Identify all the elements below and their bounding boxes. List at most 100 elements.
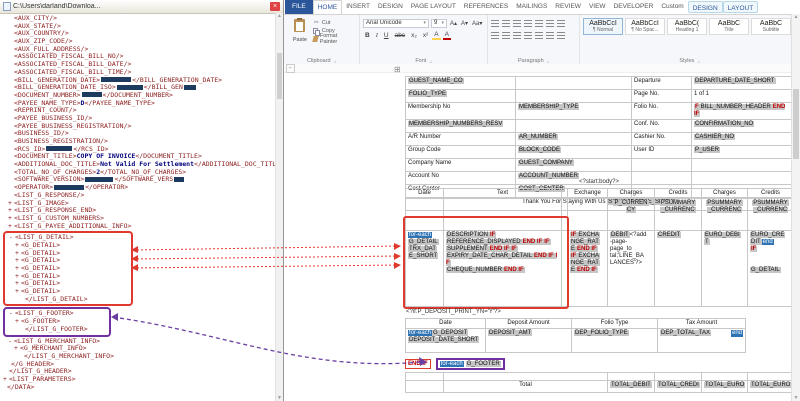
if-marker[interactable]: END IF [576,246,598,252]
tab-page-layout[interactable]: PAGE LAYOUT [407,0,460,14]
form-field[interactable]: TOTAL_CREDI [657,382,700,388]
foreach-marker[interactable]: for-each [408,330,433,336]
bold-button[interactable]: B [363,32,372,39]
form-field[interactable]: G_DETAIL [750,267,781,273]
form-field[interactable]: EURO_CRE [750,232,786,238]
form-field[interactable]: DEPOSIT_DATE_SHORT [408,337,480,343]
form-field[interactable]: FOLIO_TYPE [408,91,448,97]
change-case-button[interactable]: Aa▾ [471,20,483,27]
if-marker[interactable]: END IF [576,267,598,273]
xml-titlebar[interactable]: C:\Users\darland\Downloa... × [0,0,283,14]
line-spacing-icon[interactable] [535,31,543,39]
style-chip-1[interactable]: AaBbCcI ¶ Normal [583,18,623,35]
font-color-button[interactable]: A [442,31,451,40]
form-field[interactable]: MEMBERSHIP_TYPE [518,104,580,110]
tab-file[interactable]: FILE [285,0,313,14]
form-field[interactable]: PSUMMARY [752,200,789,206]
font-size-select[interactable]: 9 ▾ [431,18,447,28]
borders-icon[interactable] [557,31,565,39]
tab-review[interactable]: REVIEW [551,0,585,14]
numbering-icon[interactable] [502,19,510,27]
shading-icon[interactable] [546,31,554,39]
format-painter-button[interactable]: Format Painter [312,33,356,45]
form-field[interactable]: DEP_TOTAL_TAX [660,330,712,336]
font-name-select[interactable]: Arial Unicode ▾ [363,18,429,28]
style-chip-2[interactable]: AaBbCcI ¶ No Spac... [625,18,665,35]
form-field[interactable]: GUEST_COMPANY [518,160,574,166]
form-field[interactable]: G_DEPOSIT [432,330,469,336]
xml-scrollbar[interactable]: ▲ ▼ [275,13,283,401]
scroll-up-icon[interactable]: ▲ [792,14,800,20]
form-field[interactable]: DEP_FOLIO_TYPE [574,330,629,336]
form-field[interactable]: EXCHA [577,232,601,238]
paste-button[interactable]: Paste [287,17,313,56]
style-chip-4[interactable]: AaBbC Title [709,18,749,35]
scroll-down-icon[interactable]: ▼ [276,395,283,401]
foreach-marker[interactable]: for-each [439,361,464,367]
scroll-thumb[interactable] [277,53,282,99]
form-field[interactable]: EXCHA [577,253,601,259]
form-field[interactable]: _CURRENC [752,207,789,213]
table-move-handle-icon[interactable]: ⊞ [394,66,401,74]
form-field[interactable]: _CURRENC [660,207,696,213]
if-marker[interactable]: F [694,104,700,110]
justify-icon[interactable] [524,31,532,39]
form-field[interactable]: TOTAL_DEBIT [610,382,652,388]
subscript-button[interactable]: x₂ [409,32,419,39]
form-field[interactable]: T [704,239,710,245]
form-field[interactable]: NGE_RAT [570,260,600,266]
scroll-up-icon[interactable]: ▲ [276,13,283,19]
form-field[interactable]: PSUMMARY [659,200,697,206]
form-field[interactable]: TOTAL_EURO [750,382,792,388]
endif-marker[interactable]: END IF [405,359,431,369]
word-scrollbar[interactable]: ▲ ▼ [791,14,800,401]
multilevel-list-icon[interactable] [513,19,521,27]
form-field[interactable]: GUEST_NAME_CO [408,78,464,84]
style-chip-5[interactable]: AaBbC Subtitle [751,18,791,35]
form-field[interactable]: MEMBERSHIP_NUMBERS_RESV [408,121,504,127]
cut-button[interactable]: ✂ Cut [313,19,356,27]
form-field[interactable]: DIT [750,239,762,245]
tab-references[interactable]: REFERENCES [460,0,512,14]
form-field[interactable]: NGE_RAT [570,239,600,245]
form-field[interactable]: CREDIT [657,232,682,238]
bullets-icon[interactable] [491,19,499,27]
strikethrough-button[interactable]: abc [393,32,407,39]
tab-mailings[interactable]: MAILINGS [512,0,551,14]
form-field[interactable]: EURO_DEBI [704,232,741,238]
form-field[interactable]: AR_NUMBER [518,134,558,140]
superscript-button[interactable]: x² [421,32,430,39]
sort-icon[interactable] [546,19,554,27]
foreach-marker[interactable]: end [730,330,743,337]
grow-font-button[interactable]: A▴ [449,20,458,27]
scroll-thumb[interactable] [793,89,799,159]
increase-indent-icon[interactable] [535,19,543,27]
form-field[interactable]: DEPARTURE_DATE_SHORT [694,78,776,84]
style-chip-3[interactable]: AaBbC(Heading 1 [667,18,707,35]
scroll-down-icon[interactable]: ▼ [792,395,800,401]
form-field[interactable]: _CURRENC [706,207,743,213]
form-field[interactable]: BLOCK_CODE [518,147,562,153]
close-icon[interactable]: × [270,2,280,11]
underline-button[interactable]: U [382,32,391,39]
align-right-icon[interactable] [513,31,521,39]
highlight-button[interactable]: A [432,31,441,40]
tab-layout-context[interactable]: LAYOUT [722,1,759,13]
italic-button[interactable]: I [374,32,380,39]
tab-view[interactable]: VIEW [585,0,610,14]
decrease-indent-icon[interactable] [524,19,532,27]
foreach-marker[interactable]: end [761,239,774,245]
align-center-icon[interactable] [502,31,510,39]
tab-selector-icon[interactable]: ⌐ [286,64,295,73]
if-marker[interactable]: IF [750,246,758,252]
tab-developer[interactable]: DEVELOPER [610,0,658,14]
tab-home[interactable]: HOME [312,0,343,14]
form-field[interactable]: P_CURREN [613,200,649,206]
shrink-font-button[interactable]: A▾ [460,20,469,27]
form-field[interactable]: DEBIT [610,232,630,238]
show-marks-icon[interactable] [557,19,565,27]
align-left-icon[interactable] [491,31,499,39]
form-field[interactable]: CY [625,207,637,213]
form-field[interactable]: CASHIER_NO [694,134,736,140]
form-field[interactable]: PSUMMARY [706,200,743,206]
